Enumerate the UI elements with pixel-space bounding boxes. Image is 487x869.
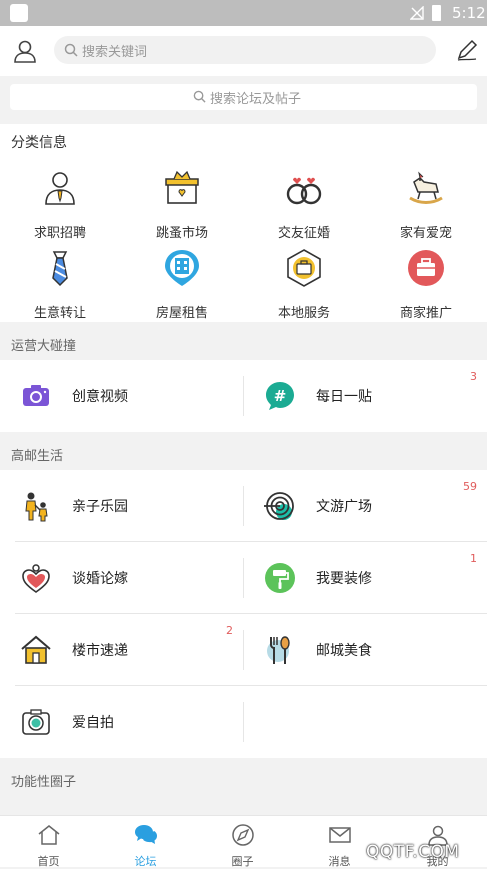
- house-icon: [21, 635, 51, 664]
- chat-bubbles-icon: [134, 825, 157, 844]
- forum-food[interactable]: 邮城美食: [244, 614, 487, 686]
- search-input[interactable]: 搜索关键词: [54, 36, 436, 64]
- heart-icon: [22, 564, 50, 593]
- forum-row: 亲子乐园 文游广场 59: [0, 470, 487, 542]
- forum-name: 楼市速递: [72, 643, 128, 659]
- hashtag-bubble-icon: #: [266, 382, 294, 410]
- forum-name: 邮城美食: [316, 643, 372, 659]
- forum-row: 谈婚论嫁 我要装修 1: [0, 542, 487, 614]
- forum-search-input[interactable]: 搜索论坛及帖子: [10, 84, 477, 110]
- forum-search-placeholder: 搜索论坛及帖子: [210, 92, 302, 107]
- tie-icon: [52, 251, 68, 287]
- briefcase-hex-icon: [287, 249, 321, 287]
- unread-badge: 3: [470, 370, 477, 383]
- category-label: 跳蚤市场: [155, 226, 208, 241]
- spiral-icon: [264, 492, 294, 520]
- camera-icon: [23, 385, 49, 406]
- no-signal-icon: [410, 6, 424, 20]
- category-title: 分类信息: [11, 135, 67, 151]
- forum-name: 亲子乐园: [72, 499, 128, 515]
- category-promotion[interactable]: 商家推广: [376, 248, 476, 321]
- svg-text:#: #: [274, 387, 287, 405]
- forum-parent-child[interactable]: 亲子乐园: [0, 470, 243, 542]
- group-title-operation: 运营大碰撞: [11, 339, 77, 354]
- forum-name: 谈婚论嫁: [72, 571, 128, 587]
- tab-circle[interactable]: 圈子: [194, 816, 291, 868]
- forum-row: 楼市速递 2 邮城美食: [0, 614, 487, 686]
- forum-selfie[interactable]: 爱自拍: [0, 686, 243, 758]
- shop-bag-icon: [408, 250, 444, 286]
- search-icon: [64, 43, 78, 57]
- forum-row: 爱自拍: [0, 686, 487, 758]
- home-icon: [38, 825, 59, 845]
- search-placeholder: 搜索关键词: [82, 45, 148, 60]
- forum-wedding[interactable]: 谈婚论嫁: [0, 542, 243, 614]
- top-bar: 搜索关键词: [0, 26, 487, 76]
- category-market[interactable]: 跳蚤市场: [132, 168, 232, 241]
- category-label: 家有爱宠: [399, 226, 452, 241]
- watermark: QQTF.COM: [366, 842, 460, 862]
- category-label: 交友征婚: [277, 226, 330, 241]
- category-housing[interactable]: 房屋租售: [132, 248, 232, 321]
- unread-badge: 59: [463, 480, 477, 493]
- forum-name: 我要装修: [316, 571, 372, 587]
- selfie-camera-icon: [22, 709, 50, 735]
- compose-pen-icon[interactable]: [455, 38, 479, 62]
- category-label: 商家推广: [399, 306, 452, 321]
- fork-spoon-icon: [267, 636, 290, 664]
- tab-home[interactable]: 首页: [0, 816, 97, 868]
- forum-culture-square[interactable]: 文游广场 59: [244, 470, 487, 542]
- forum-row: 创意视频 # 每日一贴 3: [0, 360, 487, 432]
- forum-decoration[interactable]: 我要装修 1: [244, 542, 487, 614]
- forum-daily-post[interactable]: # 每日一贴 3: [244, 360, 487, 432]
- forum-name: 每日一贴: [316, 389, 372, 405]
- job-person-icon: [45, 172, 75, 205]
- forum-name: 创意视频: [72, 389, 128, 405]
- category-label: 房屋租售: [155, 306, 208, 321]
- search-icon: [193, 90, 206, 103]
- category-job[interactable]: 求职招聘: [10, 168, 110, 241]
- group-title-functional: 功能性圈子: [11, 775, 77, 790]
- battery-icon: [432, 5, 441, 21]
- unread-badge: 2: [226, 624, 233, 637]
- building-pin-icon: [165, 250, 199, 286]
- category-label: 本地服务: [277, 306, 330, 321]
- group-title-life: 高邮生活: [11, 449, 64, 464]
- status-time: 5:12: [452, 4, 486, 22]
- category-label: 生意转让: [33, 306, 86, 321]
- forum-creative-video[interactable]: 创意视频: [0, 360, 243, 432]
- forum-name: 文游广场: [316, 499, 372, 515]
- rings-icon: [286, 177, 322, 205]
- mail-icon: [328, 827, 351, 843]
- tab-forum[interactable]: 论坛: [97, 816, 194, 868]
- user-avatar-icon[interactable]: [12, 38, 38, 64]
- category-label: 求职招聘: [33, 226, 86, 241]
- category-dating[interactable]: 交友征婚: [254, 168, 354, 241]
- category-business[interactable]: 生意转让: [10, 248, 110, 321]
- parent-child-icon: [25, 492, 48, 522]
- rocking-horse-icon: [409, 171, 443, 204]
- category-pets[interactable]: 家有爱宠: [376, 168, 476, 241]
- category-section: 分类信息 求职招聘 跳蚤市场 交友征婚 家有爱宠 生意转让 房屋租售 本地服务 …: [0, 124, 487, 322]
- market-box-icon: [165, 170, 199, 204]
- category-local-service[interactable]: 本地服务: [254, 248, 354, 321]
- forum-real-estate[interactable]: 楼市速递 2: [0, 614, 243, 686]
- status-bar: 5:12: [0, 0, 487, 26]
- app-notification-icon: [10, 4, 28, 22]
- compass-icon: [231, 824, 254, 846]
- forum-name: 爱自拍: [72, 715, 114, 731]
- divider: [243, 702, 244, 742]
- paint-roller-icon: [265, 563, 295, 593]
- unread-badge: 1: [470, 552, 477, 565]
